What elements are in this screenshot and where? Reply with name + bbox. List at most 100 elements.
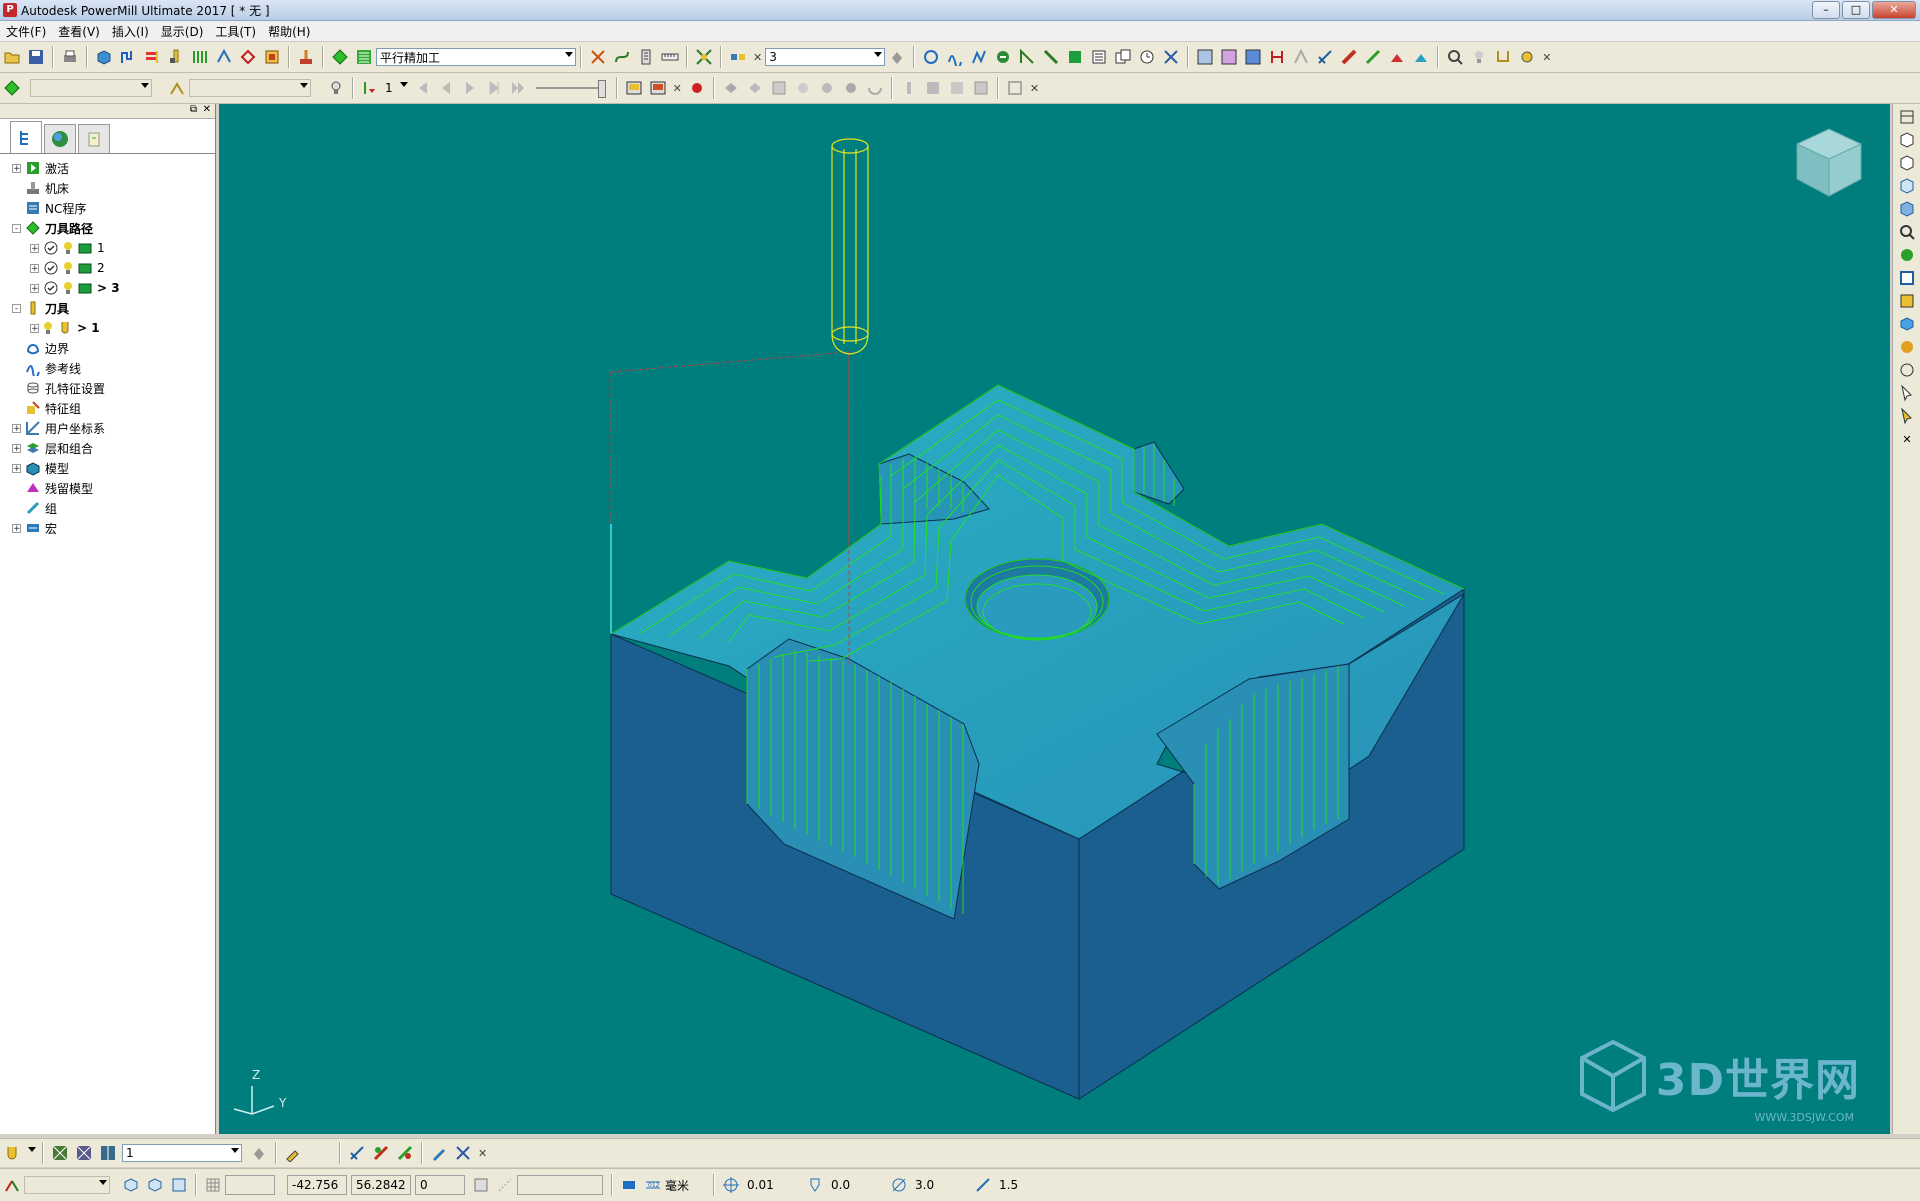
record-icon[interactable] — [686, 77, 708, 99]
feeds-speeds-icon[interactable] — [141, 46, 163, 68]
tree-item[interactable]: 参考线 — [0, 358, 215, 378]
expand-toggle-icon[interactable]: + — [12, 523, 21, 533]
strategy-icon[interactable] — [329, 46, 351, 68]
connections-icon[interactable] — [944, 46, 966, 68]
menu-insert[interactable]: 插入(I) — [106, 23, 155, 40]
tab-explorer[interactable] — [10, 121, 42, 153]
grid-icon[interactable] — [202, 1174, 224, 1196]
workplane-2-icon[interactable] — [144, 1174, 166, 1196]
settings-icon[interactable] — [1516, 46, 1538, 68]
section-icon[interactable] — [898, 77, 920, 99]
feature-scissors-icon[interactable] — [452, 1142, 474, 1164]
viewmill-icon[interactable] — [623, 77, 645, 99]
select-icon[interactable] — [1896, 383, 1918, 403]
expand-toggle-icon[interactable]: - — [12, 303, 21, 313]
pattern-grid-2-icon[interactable] — [73, 1142, 95, 1164]
feature-hole-icon[interactable] — [370, 1142, 392, 1164]
tab-web[interactable] — [44, 124, 76, 153]
edit-toolpath-icon[interactable] — [968, 46, 990, 68]
toolpath-combo[interactable]: 3 — [765, 48, 886, 66]
tree-item[interactable]: +1 — [0, 238, 215, 258]
feature-measure-icon[interactable] — [346, 1142, 368, 1164]
close-toolbar-icon[interactable]: ✕ — [1030, 82, 1039, 95]
expand-toggle-icon[interactable]: + — [12, 423, 21, 433]
stepover-value[interactable]: 1.5 — [995, 1175, 1052, 1195]
stock-icon[interactable] — [1410, 46, 1432, 68]
pattern-grid-3-icon[interactable] — [97, 1142, 119, 1164]
check-icon[interactable] — [43, 280, 59, 296]
transform-icon[interactable] — [693, 46, 715, 68]
viewmill-plain-icon[interactable] — [647, 77, 669, 99]
expand-toggle-icon[interactable]: + — [30, 243, 39, 253]
menu-file[interactable]: 文件(F) — [0, 23, 52, 40]
component-thickness-icon[interactable] — [1338, 46, 1360, 68]
split-icon[interactable] — [1064, 46, 1086, 68]
reorder-icon[interactable] — [992, 46, 1014, 68]
tree-item[interactable]: - 刀具 — [0, 298, 215, 318]
expand-toggle-icon[interactable]: + — [12, 163, 21, 173]
tree-item[interactable]: + 层和组合 — [0, 438, 215, 458]
snap-combo[interactable] — [24, 1176, 110, 1194]
shade-mode-2-icon[interactable] — [744, 77, 766, 99]
close-panel-icon[interactable]: ✕ — [203, 104, 211, 115]
workplane-icon[interactable] — [120, 1174, 142, 1196]
view-iso4-icon[interactable] — [1896, 199, 1918, 219]
trim-icon[interactable] — [1040, 46, 1062, 68]
machine-sim-icon[interactable] — [922, 77, 944, 99]
drill-points-icon[interactable] — [1266, 46, 1288, 68]
tool-combo[interactable] — [30, 79, 152, 97]
delete-toolpath-icon[interactable] — [886, 46, 908, 68]
tree-item[interactable]: + 激活 — [0, 158, 215, 178]
tree-item[interactable]: NC程序 — [0, 198, 215, 218]
save-project-button[interactable] — [25, 46, 47, 68]
lightbulb-icon[interactable] — [43, 320, 53, 336]
check-icon[interactable] — [43, 240, 59, 256]
grid-field[interactable] — [225, 1175, 275, 1195]
holder-icon[interactable] — [1492, 46, 1514, 68]
maximize-button[interactable]: □ — [1842, 1, 1870, 19]
next-icon[interactable] — [483, 77, 505, 99]
feature-icon[interactable] — [261, 46, 283, 68]
expand-toggle-icon[interactable]: - — [12, 223, 21, 233]
measure-icon[interactable] — [1314, 46, 1336, 68]
lightbulb-icon[interactable] — [63, 280, 73, 296]
timer-icon[interactable] — [1136, 46, 1158, 68]
check-icon[interactable] — [43, 260, 59, 276]
boundary-icon[interactable] — [213, 46, 235, 68]
zoom-box-icon[interactable] — [1896, 222, 1918, 242]
pick-point-icon[interactable] — [494, 1174, 516, 1196]
direction-shaded-icon[interactable] — [1218, 46, 1240, 68]
statistics-icon[interactable] — [1088, 46, 1110, 68]
view-iso1-icon[interactable] — [1896, 130, 1918, 150]
thickness-value[interactable]: 0.0 — [827, 1175, 884, 1195]
probe-icon[interactable] — [1362, 46, 1384, 68]
view-iso2-icon[interactable] — [1896, 153, 1918, 173]
menu-display[interactable]: 显示(D) — [155, 23, 210, 40]
pan-icon[interactable] — [1896, 406, 1918, 426]
undercut-shaded-icon[interactable] — [1242, 46, 1264, 68]
open-project-button[interactable] — [1, 46, 23, 68]
snap-icon[interactable] — [1, 1174, 23, 1196]
lightbulb-icon[interactable] — [63, 240, 73, 256]
tool-type-icon[interactable] — [1, 1142, 23, 1164]
block-icon[interactable] — [93, 46, 115, 68]
close-toolbar-icon[interactable]: ✕ — [673, 82, 682, 95]
plain-shade-icon[interactable] — [1896, 337, 1918, 357]
ruler-icon[interactable] — [659, 46, 681, 68]
view-front-icon[interactable] — [1896, 107, 1918, 127]
simulate-icon[interactable] — [920, 46, 942, 68]
leads-links-icon[interactable] — [611, 46, 633, 68]
tree-item[interactable]: + > 1 — [0, 318, 215, 338]
shaded-icon[interactable] — [1194, 46, 1216, 68]
tree-item[interactable]: 机床 — [0, 178, 215, 198]
pattern-icon[interactable] — [237, 46, 259, 68]
bulb-icon[interactable] — [325, 77, 347, 99]
speed-slider[interactable] — [535, 80, 606, 98]
close-view-toolbar-icon[interactable]: ✕ — [1896, 429, 1918, 449]
refresh-icon[interactable] — [1896, 245, 1918, 265]
expand-toggle-icon[interactable]: + — [12, 443, 21, 453]
float-panel-icon[interactable]: ⧉ — [190, 104, 197, 115]
pick-field[interactable] — [517, 1175, 603, 1195]
holder-combo[interactable] — [189, 79, 311, 97]
coord-y[interactable]: 56.2842 — [351, 1175, 411, 1195]
